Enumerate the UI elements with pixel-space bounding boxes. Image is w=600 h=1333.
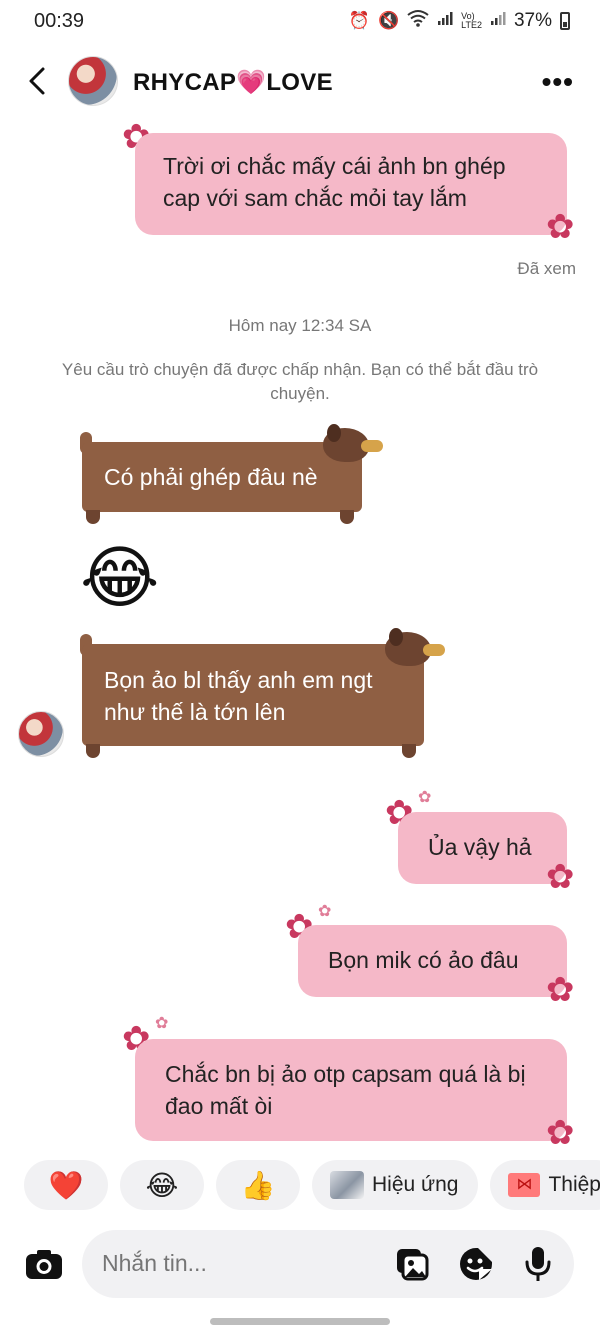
chat-request-notice: Yêu cầu trò chuyện đã được chấp nhận. Bạ… xyxy=(61,360,539,403)
outgoing-message[interactable]: Bọn mik có ảo đâu xyxy=(298,925,567,997)
message-input[interactable] xyxy=(102,1250,382,1277)
more-options-button[interactable]: ••• xyxy=(542,66,574,98)
photo-gallery-icon xyxy=(397,1249,429,1281)
outgoing-message[interactable]: Chắc bn bị ảo otp capsam quá là bị đao m… xyxy=(135,1039,567,1141)
gift-card-icon xyxy=(508,1173,541,1197)
chat-title[interactable]: RHYCAP💗LOVE xyxy=(133,68,333,97)
chevron-left-icon xyxy=(29,67,45,95)
effects-thumbnail-icon xyxy=(330,1171,364,1199)
message-text: Bọn ảo bl thấy anh em ngt như thế là tớn… xyxy=(104,667,373,725)
dog-leg-decoration xyxy=(86,744,100,758)
heart-icon: ❤️ xyxy=(48,1169,84,1201)
flower-decoration: ✿ xyxy=(546,858,575,896)
status-icons: ⏰ 🔇 Vo) LTE2 37% xyxy=(349,9,570,32)
volte-indicator: Vo) LTE2 xyxy=(461,11,482,30)
message-text: Trời ơi chắc mấy cái ảnh bn ghép cap với… xyxy=(163,153,506,211)
voice-message-button[interactable] xyxy=(520,1246,556,1282)
heart-emoji: 💗 xyxy=(236,69,267,96)
status-bar: 00:39 ⏰ 🔇 Vo) LTE2 37% xyxy=(0,0,600,44)
incoming-message[interactable]: Bọn ảo bl thấy anh em ngt như thế là tớn… xyxy=(82,644,424,746)
flower-decoration: ✿ xyxy=(155,1015,169,1032)
message-text: Chắc bn bị ảo otp capsam quá là bị đao m… xyxy=(165,1061,526,1119)
seen-status: Đã xem xyxy=(517,259,576,278)
outgoing-message[interactable]: Ủa vậy hả xyxy=(398,812,567,884)
emoji-message[interactable]: 😂 xyxy=(80,536,159,620)
incoming-message[interactable]: Có phải ghép đâu nè xyxy=(82,442,362,512)
dog-head-decoration xyxy=(323,424,383,462)
effects-button[interactable]: Hiệu ứng xyxy=(312,1160,479,1210)
sticker-icon xyxy=(460,1248,492,1280)
flower-decoration: ✿ xyxy=(418,789,432,806)
sticker-button[interactable] xyxy=(458,1246,494,1282)
effects-label: Hiệu ứng xyxy=(372,1173,459,1196)
battery-icon xyxy=(560,11,570,30)
contact-avatar[interactable] xyxy=(68,56,118,106)
dog-head-decoration xyxy=(385,628,445,666)
flower-decoration: ✿ xyxy=(318,903,332,920)
microphone-icon xyxy=(525,1247,551,1281)
signal-icon xyxy=(437,10,453,31)
timestamp: Hôm nay 12:34 SA xyxy=(228,316,372,335)
laughing-emoji-icon: 😂 xyxy=(145,1169,179,1201)
more-dots-icon: ••• xyxy=(541,66,574,97)
thumbs-up-reaction-button[interactable]: 👍 xyxy=(216,1160,300,1210)
message-composer xyxy=(0,1230,600,1300)
dog-leg-decoration xyxy=(86,510,100,524)
sender-avatar[interactable] xyxy=(18,711,64,757)
message-text: Ủa vậy hả xyxy=(428,834,532,860)
home-indicator[interactable] xyxy=(210,1318,390,1325)
laugh-reaction-button[interactable]: 😂 xyxy=(120,1160,204,1210)
back-button[interactable] xyxy=(22,64,52,98)
heart-reaction-button[interactable]: ❤️ xyxy=(24,1160,108,1210)
outgoing-message[interactable]: Trời ơi chắc mấy cái ảnh bn ghép cap với… xyxy=(135,133,567,235)
flower-decoration: ✿ xyxy=(546,208,575,246)
chat-header: RHYCAP💗LOVE ••• xyxy=(0,52,600,112)
camera-icon xyxy=(26,1250,62,1279)
gallery-button[interactable] xyxy=(394,1246,430,1282)
lte-label: LTE2 xyxy=(461,19,482,30)
title-text-2: LOVE xyxy=(266,69,333,96)
wifi-icon xyxy=(407,9,429,32)
title-text-1: RHYCAP xyxy=(133,69,237,96)
signal-icon-2 xyxy=(490,10,506,31)
mute-icon: 🔇 xyxy=(377,10,400,30)
flower-decoration: ✿ xyxy=(546,971,575,1009)
dog-leg-decoration xyxy=(340,510,354,524)
quick-reply-bar: ❤️ 😂 👍 Hiệu ứng Thiệp xyxy=(24,1160,600,1210)
camera-button[interactable] xyxy=(22,1242,66,1286)
cards-label: Thiệp xyxy=(548,1173,600,1196)
message-text: Bọn mik có ảo đâu xyxy=(328,947,519,973)
cards-button[interactable]: Thiệp xyxy=(490,1160,600,1210)
thumbs-up-icon: 👍 xyxy=(240,1169,276,1201)
alarm-icon: ⏰ xyxy=(348,10,370,30)
dog-leg-decoration xyxy=(402,744,416,758)
message-input-container[interactable] xyxy=(82,1230,574,1298)
message-text: Có phải ghép đâu nè xyxy=(104,464,318,490)
battery-percent: 37% xyxy=(513,9,552,31)
flower-decoration: ✿ xyxy=(546,1114,575,1152)
status-time: 00:39 xyxy=(34,10,85,32)
